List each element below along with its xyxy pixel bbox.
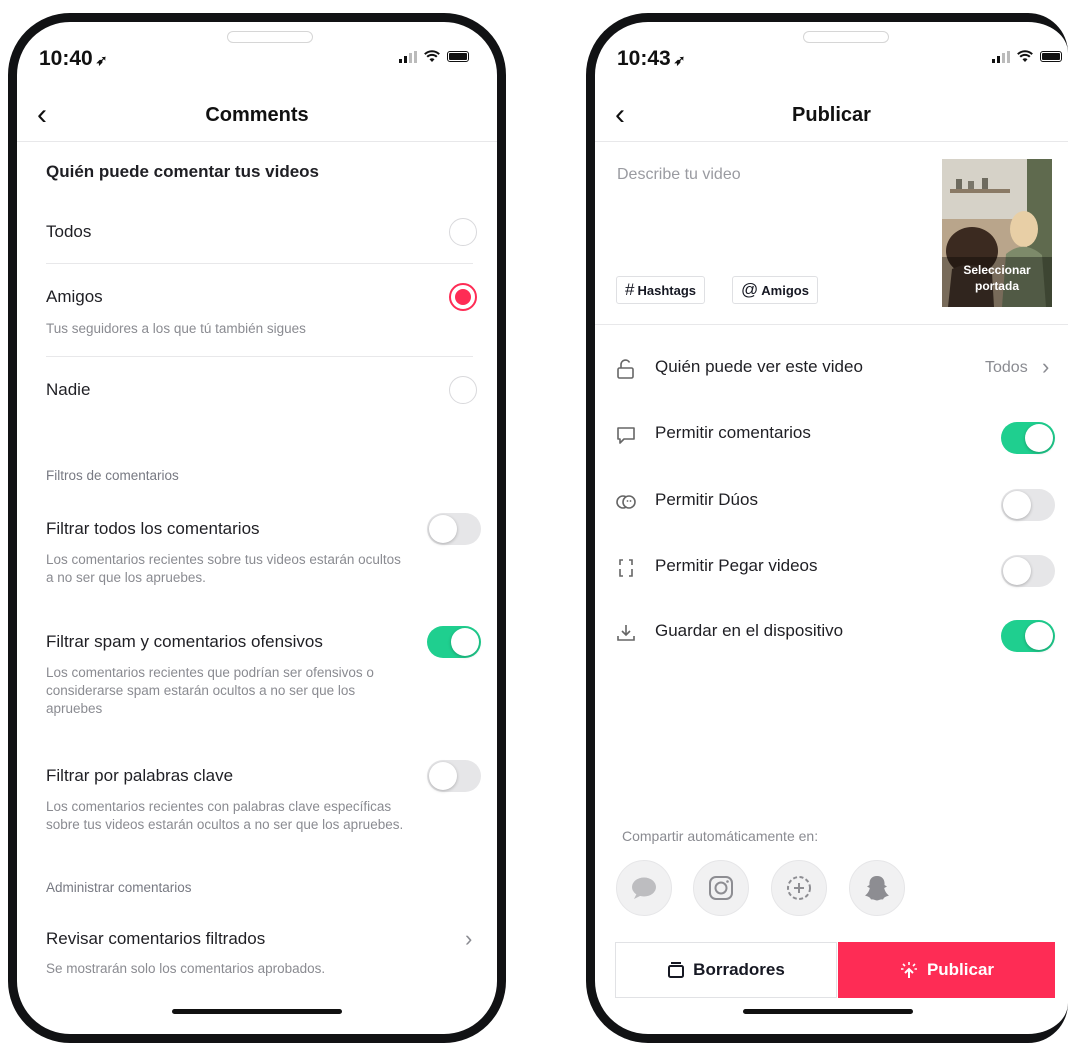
filter-all-label: Filtrar todos los comentarios [46, 519, 260, 538]
option-amigos-description: Tus seguidores a los que tú también sigu… [46, 321, 306, 336]
comment-icon [617, 427, 635, 444]
filter-keywords-toggle[interactable] [427, 760, 481, 792]
radio-todos[interactable] [449, 218, 477, 246]
battery-icon [447, 51, 469, 62]
speaker-notch [803, 31, 889, 43]
drafts-icon [668, 962, 685, 978]
hash-icon: # [625, 280, 635, 299]
review-filtered-description: Se mostrarán solo los comentarios aproba… [46, 961, 326, 976]
battery-icon [1040, 51, 1062, 62]
divider [595, 324, 1068, 325]
allow-duets-toggle[interactable] [1001, 489, 1055, 521]
divider [595, 141, 1068, 142]
wifi-icon [424, 50, 440, 62]
snapchat-icon [865, 876, 889, 901]
chevron-right-icon[interactable]: › [1042, 354, 1049, 380]
drafts-button[interactable]: Borradores [615, 942, 837, 998]
who-can-view-label[interactable]: Quién puede ver este video [655, 357, 863, 377]
instagram-icon [709, 876, 733, 900]
phone-publish-screen: 10:43 ➶ ‹ Publicar Describe tu video # Has… [586, 13, 1068, 1043]
filter-spam-toggle[interactable] [427, 626, 481, 658]
allow-stitch-label: Permitir Pegar videos [655, 556, 818, 575]
radio-amigos[interactable] [449, 283, 477, 311]
allow-stitch-toggle[interactable] [1001, 555, 1055, 587]
snapchat-share-button[interactable] [849, 860, 905, 916]
page-title: Comments [205, 104, 309, 126]
stories-share-button[interactable] [771, 860, 827, 916]
mention-friends-chip[interactable]: @ Amigos [732, 276, 818, 304]
cover-thumbnail[interactable]: Seleccionar portada [942, 159, 1052, 307]
signal-icon [992, 50, 1010, 63]
divider [46, 356, 473, 357]
who-can-view-value[interactable]: Todos [985, 359, 1028, 377]
page-title: Publicar [792, 104, 871, 126]
radio-nadie[interactable] [449, 376, 477, 404]
unlock-icon [617, 359, 634, 379]
chevron-right-icon[interactable]: › [465, 926, 472, 952]
wifi-icon [1017, 50, 1033, 62]
filter-spam-label: Filtrar spam y comentarios ofensivos [46, 632, 323, 651]
at-icon: @ [741, 280, 759, 299]
duet-icon [616, 495, 636, 509]
filter-all-toggle[interactable] [427, 513, 481, 545]
filter-all-description: Los comentarios recientes sobre tus vide… [46, 552, 401, 585]
select-cover-label: Seleccionar portada [963, 263, 1031, 293]
system-icons [992, 50, 1062, 63]
divider [46, 263, 473, 264]
option-todos-label[interactable]: Todos [46, 222, 91, 242]
section-who-can-comment: Quién puede comentar tus videos [46, 162, 320, 181]
publish-button[interactable]: Publicar [838, 942, 1055, 998]
phone-comments-settings: 10:40 ➶ ‹ Comments Quién puede comentar t… [8, 13, 506, 1043]
filter-spam-description: Los comentarios recientes que podrían se… [46, 665, 374, 716]
nav-bar: ‹ Publicar [595, 92, 1068, 140]
option-nadie-label[interactable]: Nadie [46, 380, 90, 400]
save-to-device-toggle[interactable] [1001, 620, 1055, 652]
speaker-notch [227, 31, 313, 43]
hashtags-chip[interactable]: # Hashtags [616, 276, 705, 304]
location-arrow-icon: ➶ [95, 52, 108, 68]
manage-section-header: Administrar comentarios [46, 880, 192, 895]
message-share-button[interactable] [616, 860, 672, 916]
describe-video-input[interactable]: Describe tu video [617, 166, 741, 184]
stitch-icon [619, 559, 633, 577]
auto-share-label: Compartir automáticamente en: [622, 828, 819, 844]
save-to-device-label: Guardar en el dispositivo [655, 621, 844, 640]
home-indicator[interactable] [743, 1009, 913, 1014]
option-amigos-label[interactable]: Amigos [46, 287, 103, 307]
status-time: 10:43 ➶ [617, 47, 686, 70]
review-filtered-label[interactable]: Revisar comentarios filtrados [46, 929, 265, 949]
allow-duets-label: Permitir Dúos [655, 490, 758, 509]
allow-comments-toggle[interactable] [1001, 422, 1055, 454]
stories-add-icon [787, 876, 811, 900]
nav-bar: ‹ Comments [17, 92, 497, 140]
system-icons [399, 50, 469, 63]
home-indicator[interactable] [172, 1009, 342, 1014]
filter-keywords-description: Los comentarios recientes con palabras c… [46, 799, 404, 832]
signal-icon [399, 50, 417, 63]
divider [17, 141, 497, 142]
status-time: 10:40 ➶ [39, 47, 108, 70]
location-arrow-icon: ➶ [673, 52, 686, 68]
instagram-share-button[interactable] [693, 860, 749, 916]
sparkle-arrow-icon [900, 962, 917, 978]
filters-section-header: Filtros de comentarios [46, 468, 179, 483]
filter-keywords-label: Filtrar por palabras clave [46, 766, 234, 785]
download-icon [617, 625, 635, 641]
message-icon [632, 877, 656, 899]
allow-comments-label: Permitir comentarios [655, 423, 811, 442]
